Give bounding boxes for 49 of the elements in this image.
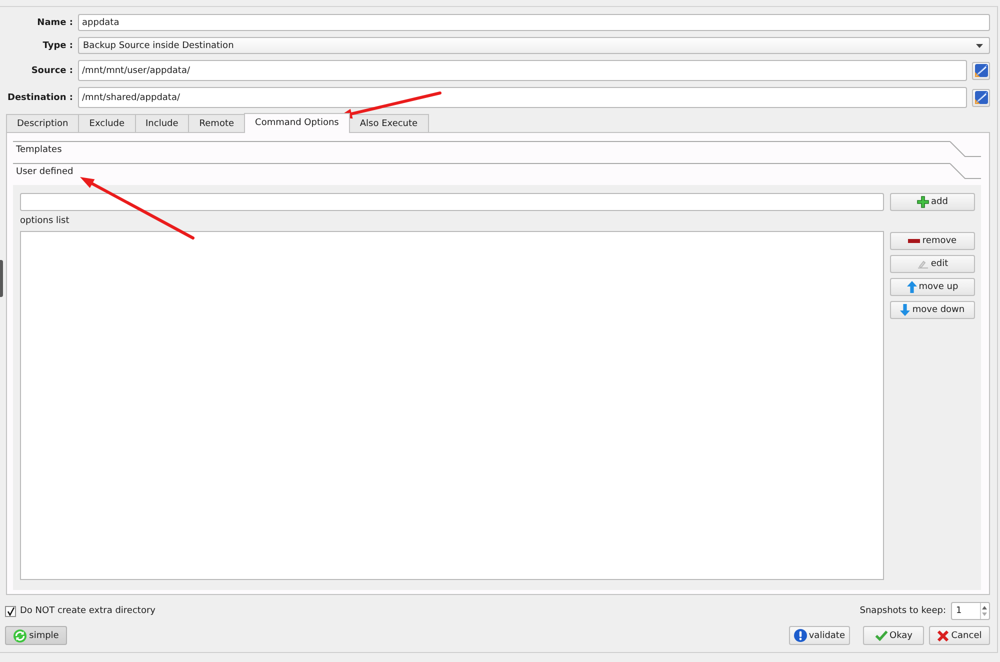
- remove-button[interactable]: remove: [890, 232, 975, 250]
- exclamation-icon: [794, 629, 807, 642]
- check-icon: [6, 606, 14, 616]
- browse-button[interactable]: [972, 88, 990, 106]
- list-label: options list: [20, 216, 70, 226]
- simple-button[interactable]: simple: [5, 626, 67, 645]
- path-field[interactable]: /mnt/mnt/user/appdata/: [78, 60, 967, 81]
- field-label: Destination :: [7, 92, 73, 102]
- tab[interactable]: Exclude: [78, 114, 136, 132]
- pen-icon: [974, 64, 988, 77]
- cross-icon: [937, 630, 950, 642]
- tab[interactable]: Also Execute: [348, 114, 429, 132]
- validate-button[interactable]: validate: [788, 626, 850, 645]
- section-header[interactable]: Templates: [13, 141, 981, 163]
- edit-button[interactable]: edit: [890, 255, 975, 273]
- caret-icon: [976, 44, 983, 48]
- header-edge-icon: [950, 141, 981, 157]
- checkbox-label: Do NOT create extra directory: [20, 606, 156, 616]
- tab[interactable]: Command Options: [244, 113, 350, 133]
- browse-button[interactable]: [972, 62, 990, 80]
- spinbox[interactable]: 1: [951, 602, 990, 620]
- path-field[interactable]: /mnt/shared/appdata/: [78, 87, 967, 108]
- field-label: Source :: [31, 66, 73, 76]
- refresh-icon: [13, 628, 28, 642]
- dropdown[interactable]: Backup Source inside Destination: [78, 37, 990, 54]
- add-button[interactable]: add: [890, 193, 975, 211]
- field-label: Type :: [42, 40, 73, 50]
- checkbox[interactable]: [5, 606, 16, 616]
- tab[interactable]: Description: [6, 114, 80, 132]
- down-button[interactable]: move down: [890, 301, 975, 319]
- splitter-handle[interactable]: [0, 260, 3, 297]
- pencil-icon: [916, 260, 929, 268]
- check-icon: [874, 630, 888, 641]
- spin-arrows-icon: [980, 603, 989, 619]
- pen-icon: [974, 91, 988, 104]
- okay-button[interactable]: Okay: [863, 626, 924, 645]
- field-label: Snapshots to keep:: [860, 606, 946, 616]
- up-button[interactable]: move up: [890, 278, 975, 296]
- plus-icon: [917, 196, 930, 208]
- tab[interactable]: Remote: [188, 114, 246, 132]
- header-edge-icon: [950, 163, 981, 179]
- cancel-button[interactable]: Cancel: [929, 626, 990, 645]
- text-field[interactable]: appdata: [78, 14, 990, 31]
- minus-icon: [908, 239, 920, 243]
- arrow-down-icon: [900, 304, 910, 316]
- arrow-up-icon: [906, 281, 917, 293]
- tab[interactable]: Include: [134, 114, 190, 132]
- input-field[interactable]: [20, 193, 884, 211]
- field-label: Name :: [37, 18, 73, 28]
